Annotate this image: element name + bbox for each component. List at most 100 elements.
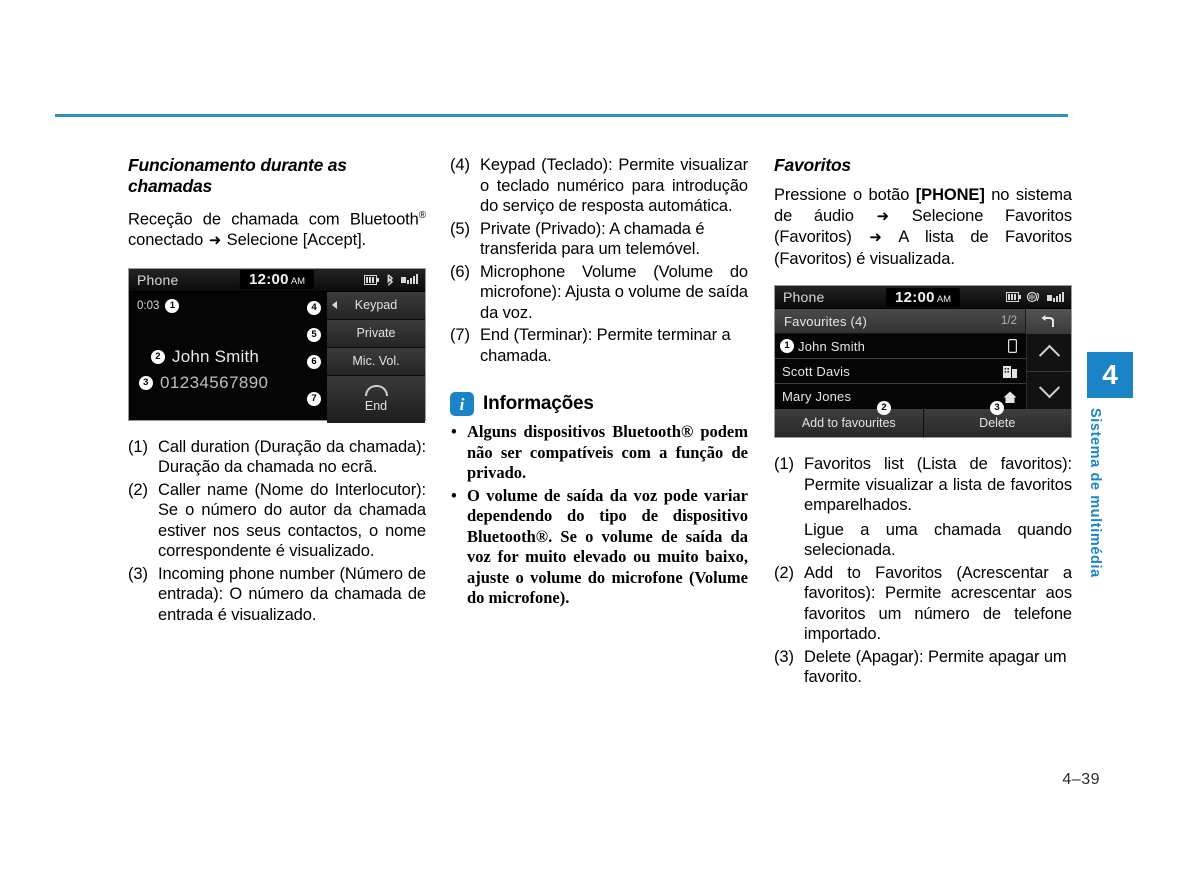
list-item: O volume de saída da voz pode variar dep… <box>450 486 748 609</box>
list-scroll-controls <box>1026 334 1071 409</box>
arrow-icon: ➜ <box>208 232 222 249</box>
right-numbered-list: (1) Favoritos list (Lista de favoritos):… <box>774 454 1072 688</box>
scroll-down-button[interactable] <box>1027 372 1071 409</box>
list-item: (5) Private (Privado): A chamada é trans… <box>450 219 748 260</box>
back-arrow-icon <box>1041 314 1054 327</box>
item-number: (4) <box>450 156 470 174</box>
item-number: (2) <box>128 480 148 499</box>
item-text: Caller name (Nome do Interlocutor): Se o… <box>158 480 426 561</box>
item-number: (7) <box>450 326 470 344</box>
favourite-name: John Smith <box>798 338 866 354</box>
item-text: End (Terminar): Permite terminar a chama… <box>480 326 731 365</box>
signal-icon <box>1047 291 1064 302</box>
clock-time: 12:00 <box>894 288 935 306</box>
favourites-body: Favourites (4) 1/2 1 John Smith Scott Da… <box>775 309 1071 437</box>
status-bar-clock: 12:00 AM <box>885 287 961 307</box>
scroll-up-button[interactable] <box>1027 334 1071 372</box>
mic-volume-button-label: Mic. Vol. <box>352 354 400 368</box>
item-number: (3) <box>128 564 148 583</box>
info-icon: i <box>450 392 474 416</box>
item-number: (3) <box>774 647 794 666</box>
keypad-button[interactable]: Keypad <box>327 291 425 320</box>
middle-numbered-list: (4) Keypad (Teclado): Permite visualizar… <box>450 155 748 366</box>
signal-icon <box>401 274 418 284</box>
private-button[interactable]: Private <box>327 319 425 348</box>
favourites-list: 1 John Smith Scott Davis Mary Jones <box>775 334 1026 409</box>
intro-paragraph-left: Receção de chamada com Bluetooth® conect… <box>128 206 426 252</box>
information-note-box: i Informações Alguns dispositivos Blueto… <box>450 392 748 609</box>
item-text: Add to Favoritos (Acrescentar a favorito… <box>804 563 1072 644</box>
intro-text-1: Pressione o botão <box>774 186 916 204</box>
chevron-up-icon <box>1038 344 1060 366</box>
callout-6: 6 <box>307 354 321 369</box>
callout-3: 3 <box>139 375 153 390</box>
phone-button-token: [PHONE] <box>915 186 985 204</box>
information-title: Informações <box>483 393 594 414</box>
callout-1: 1 <box>780 339 794 353</box>
item-number: (1) <box>128 437 148 456</box>
item-subtext: Ligue a uma chamada quando selecionada. <box>804 520 1072 560</box>
caller-name-display: 2 John Smith <box>151 347 259 367</box>
status-bar-title: Phone <box>137 271 179 288</box>
item-text: Call duration (Duração da chamada): Dura… <box>158 437 426 477</box>
call-duration-value: 0:03 <box>137 299 160 312</box>
delete-label: Delete <box>979 416 1016 430</box>
item-text: Microphone Volume (Volume do microfone):… <box>480 262 748 322</box>
item-number: (5) <box>450 219 470 238</box>
item-number: (1) <box>774 455 794 473</box>
bullet-text: Alguns dispositivos Bluetooth® podem não… <box>467 422 748 482</box>
item-text: Keypad (Teclado): Permite visualizar o t… <box>480 156 748 215</box>
arrow-icon: ➜ <box>876 207 890 225</box>
list-item: (2) Add to Favoritos (Acrescentar a favo… <box>774 563 1072 645</box>
caller-number-display: 3 01234567890 <box>139 373 268 393</box>
intro-text-3: Selecione [Accept]. <box>222 231 367 249</box>
call-softkey-panel: Keypad Private Mic. Vol. End <box>327 291 425 423</box>
favourite-name: Scott Davis <box>782 363 850 379</box>
intro-text-1: Receção de chamada com Bluetooth <box>128 210 419 229</box>
mic-volume-button[interactable]: Mic. Vol. <box>327 347 425 376</box>
call-screen-image: Phone 12:00 AM 0:03 1 2 John Smith 3 012… <box>128 267 426 423</box>
header-rule <box>55 114 1068 117</box>
item-text: Private (Privado): A chamada é transferi… <box>480 219 705 259</box>
battery-icon <box>1006 292 1021 302</box>
add-to-favourites-label: Add to favourites <box>801 416 896 430</box>
favourites-screen-image: Phone 12:00 AM Favourites (4) 1/2 1 John… <box>774 285 1072 438</box>
favourite-row-mary-jones[interactable]: Mary Jones <box>775 384 1026 409</box>
chapter-side-tab: 4 Sistema de multimédia <box>1087 352 1133 578</box>
information-bullets: Alguns dispositivos Bluetooth® podem não… <box>450 422 748 609</box>
keypad-button-label: Keypad <box>354 298 398 312</box>
callout-1: 1 <box>165 298 180 313</box>
column-left: Funcionamento durante as chamadas Receçã… <box>128 155 426 627</box>
item-text: Favoritos list (Lista de favoritos): Per… <box>804 455 1072 514</box>
callout-2: 2 <box>877 401 891 415</box>
callout-5: 5 <box>307 327 321 342</box>
office-building-icon <box>1003 364 1017 378</box>
intro-text-2: conectado <box>128 231 208 249</box>
end-call-button[interactable]: End <box>327 375 425 423</box>
bluetooth-icon <box>387 273 394 286</box>
favourite-row-scott-davis[interactable]: Scott Davis <box>775 359 1026 384</box>
status-bar: Phone 12:00 AM <box>775 286 1071 309</box>
information-header: i Informações <box>450 392 748 416</box>
callout-7: 7 <box>307 391 321 406</box>
list-item: (4) Keypad (Teclado): Permite visualizar… <box>450 155 748 217</box>
favourites-list-header: Favourites (4) 1/2 <box>775 309 1026 334</box>
column-middle: (4) Keypad (Teclado): Permite visualizar… <box>450 155 748 611</box>
page-indicator: 1/2 <box>1001 315 1017 327</box>
add-to-favourites-button[interactable]: Add to favourites <box>775 409 924 437</box>
callout-3: 3 <box>990 401 1004 415</box>
callout-2: 2 <box>151 349 165 364</box>
intro-paragraph-right: Pressione o botão [PHONE] no sistema de … <box>774 185 1072 269</box>
end-call-icon <box>364 385 388 396</box>
battery-icon <box>364 274 379 285</box>
left-caret-icon <box>332 301 337 309</box>
status-bar-icons <box>364 273 418 286</box>
section-heading-favoritos: Favoritos <box>774 155 851 175</box>
favourite-name: Mary Jones <box>782 389 852 404</box>
favourite-row-john-smith[interactable]: 1 John Smith <box>775 334 1026 359</box>
private-button-label: Private <box>356 326 396 340</box>
list-item: (6) Microphone Volume (Volume do microfo… <box>450 262 748 324</box>
back-button[interactable] <box>1025 309 1071 334</box>
column-right: Favoritos Pressione o botão [PHONE] no s… <box>774 155 1072 690</box>
page-number: 4–39 <box>1062 771 1100 788</box>
